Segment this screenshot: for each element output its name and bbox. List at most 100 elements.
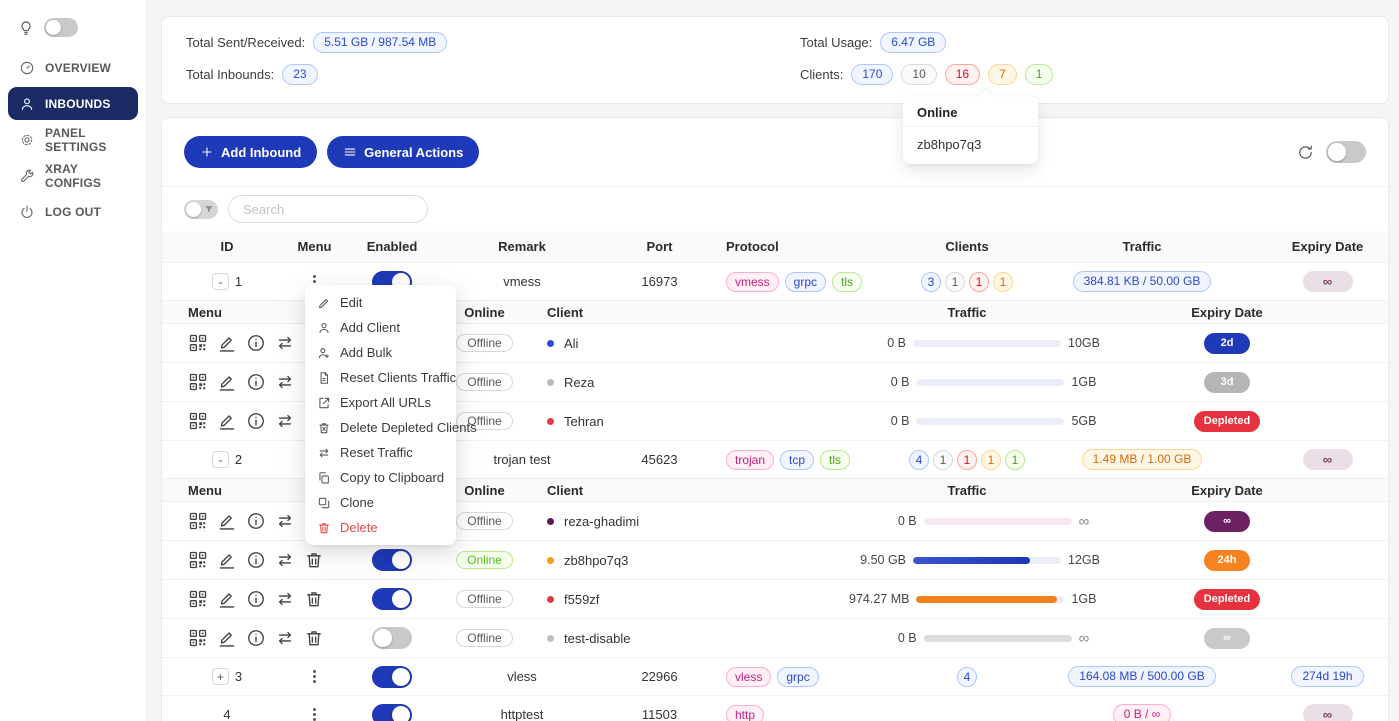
info-icon[interactable] bbox=[246, 333, 266, 353]
traffic-used: 0 B bbox=[845, 631, 917, 645]
info-icon[interactable] bbox=[246, 411, 266, 431]
power-icon bbox=[19, 204, 35, 220]
sidebar-item-overview[interactable]: OVERVIEW bbox=[8, 51, 138, 84]
qrcode-icon[interactable] bbox=[188, 411, 208, 431]
gear-icon bbox=[19, 132, 35, 148]
edit-icon[interactable] bbox=[217, 372, 237, 392]
count-badge: 3 bbox=[921, 272, 941, 292]
client-expiry-badge: Depleted bbox=[1194, 411, 1260, 432]
traffic-limit: ∞ bbox=[1079, 513, 1090, 530]
delete-depleted-icon bbox=[317, 421, 331, 435]
menu-item-add-client[interactable]: Add Client bbox=[309, 315, 452, 340]
menu-item-reset-clients-traffic[interactable]: Reset Clients Traffic bbox=[309, 365, 452, 390]
clients-count-default[interactable]: 10 bbox=[901, 64, 936, 85]
theme-toggle[interactable] bbox=[44, 18, 78, 37]
reset-traffic-icon[interactable] bbox=[275, 628, 295, 648]
menu-item-add-bulk[interactable]: Add Bulk bbox=[309, 340, 452, 365]
protocol-tag: vless bbox=[726, 667, 771, 687]
traffic-used: 974.27 MB bbox=[837, 592, 909, 606]
edit-icon[interactable] bbox=[217, 333, 237, 353]
trash-icon[interactable] bbox=[304, 550, 324, 570]
sidebar-item-panel-settings[interactable]: PANEL SETTINGS bbox=[8, 123, 138, 156]
count-badge: 1 bbox=[969, 272, 989, 292]
filter-toggle[interactable] bbox=[184, 200, 218, 219]
edit-icon[interactable] bbox=[217, 411, 237, 431]
add-inbound-button[interactable]: Add Inbound bbox=[184, 136, 317, 168]
menu-item-delete-depleted-clients[interactable]: Delete Depleted Clients bbox=[309, 415, 452, 440]
client-expiry-badge: ∞ bbox=[1204, 628, 1250, 649]
auto-refresh-toggle[interactable] bbox=[1326, 141, 1366, 163]
popover-client-name: zb8hpo7q3 bbox=[903, 127, 1038, 164]
inbound-id: 4 bbox=[223, 707, 230, 721]
sidebar-item-label: PANEL SETTINGS bbox=[45, 126, 127, 154]
search-input[interactable] bbox=[228, 195, 428, 223]
info-icon[interactable] bbox=[246, 372, 266, 392]
clients-count-total[interactable]: 170 bbox=[851, 64, 893, 85]
total-sent-received-label: Total Sent/Received: bbox=[186, 35, 305, 50]
inbound-client-counts: 3 1 1 1 bbox=[917, 272, 1017, 292]
clients-count-expiring[interactable]: 7 bbox=[988, 64, 1017, 85]
row-menu-button[interactable] bbox=[313, 708, 316, 721]
edit-icon[interactable] bbox=[217, 589, 237, 609]
expiry-badge: ∞ bbox=[1303, 449, 1353, 470]
qrcode-icon[interactable] bbox=[188, 511, 208, 531]
reset-traffic-icon[interactable] bbox=[275, 511, 295, 531]
collapse-row-button[interactable]: - bbox=[212, 451, 229, 468]
traffic-limit: 10GB bbox=[1068, 336, 1100, 350]
trash-icon[interactable] bbox=[304, 628, 324, 648]
menu-item-clone[interactable]: Clone bbox=[309, 490, 452, 515]
edit-icon[interactable] bbox=[217, 550, 237, 570]
sidebar-item-label: LOG OUT bbox=[45, 205, 101, 219]
client-dot bbox=[547, 596, 554, 603]
user-icon bbox=[19, 96, 35, 112]
client-enabled-toggle[interactable] bbox=[372, 549, 412, 571]
reset-traffic-icon[interactable] bbox=[275, 372, 295, 392]
info-icon[interactable] bbox=[246, 550, 266, 570]
row-menu-button[interactable] bbox=[313, 670, 316, 683]
expiry-badge: ∞ bbox=[1303, 271, 1353, 292]
clients-count-depleted[interactable]: 16 bbox=[945, 64, 980, 85]
menu-item-delete[interactable]: Delete bbox=[309, 515, 452, 540]
count-badge: 4 bbox=[909, 450, 929, 470]
qrcode-icon[interactable] bbox=[188, 550, 208, 570]
qrcode-icon[interactable] bbox=[188, 372, 208, 392]
menu-item-edit[interactable]: Edit bbox=[309, 290, 452, 315]
reset-traffic-icon[interactable] bbox=[275, 550, 295, 570]
reset-traffic-icon[interactable] bbox=[275, 333, 295, 353]
traffic-used: 0 B bbox=[837, 375, 909, 389]
expand-row-button[interactable]: + bbox=[212, 668, 229, 685]
online-clients-popover: Online zb8hpo7q3 bbox=[903, 97, 1038, 164]
reset-traffic-icon[interactable] bbox=[275, 589, 295, 609]
trash-icon[interactable] bbox=[304, 589, 324, 609]
qrcode-icon[interactable] bbox=[188, 333, 208, 353]
enabled-toggle[interactable] bbox=[372, 666, 412, 688]
info-icon[interactable] bbox=[246, 628, 266, 648]
qrcode-icon[interactable] bbox=[188, 628, 208, 648]
reset-traffic-icon[interactable] bbox=[275, 411, 295, 431]
qrcode-icon[interactable] bbox=[188, 589, 208, 609]
menu-item-export-all-urls[interactable]: Export All URLs bbox=[309, 390, 452, 415]
edit-icon[interactable] bbox=[217, 628, 237, 648]
menu-item-copy-to-clipboard[interactable]: Copy to Clipboard bbox=[309, 465, 452, 490]
client-enabled-toggle[interactable] bbox=[372, 627, 412, 649]
clients-count-online[interactable]: 1 bbox=[1025, 64, 1054, 85]
enabled-toggle[interactable] bbox=[372, 704, 412, 721]
traffic-limit: 12GB bbox=[1068, 553, 1100, 567]
collapse-row-button[interactable]: - bbox=[212, 273, 229, 290]
dashboard-icon bbox=[19, 60, 35, 76]
traffic-bar bbox=[916, 418, 1064, 425]
sidebar-item-xray-configs[interactable]: XRAY CONFIGS bbox=[8, 159, 138, 192]
traffic-limit: 5GB bbox=[1071, 414, 1096, 428]
info-icon[interactable] bbox=[246, 589, 266, 609]
inbound-id: 1 bbox=[235, 274, 242, 289]
menu-item-reset-traffic[interactable]: Reset Traffic bbox=[309, 440, 452, 465]
client-enabled-toggle[interactable] bbox=[372, 588, 412, 610]
refresh-icon[interactable] bbox=[1297, 144, 1314, 161]
expiry-badge: 274d 19h bbox=[1291, 666, 1363, 687]
edit-icon[interactable] bbox=[217, 511, 237, 531]
general-actions-button[interactable]: General Actions bbox=[327, 136, 479, 168]
info-icon[interactable] bbox=[246, 511, 266, 531]
stats-right: Total Usage: 6.47 GB Clients: 170 10 16 … bbox=[800, 32, 1053, 88]
sidebar-item-log-out[interactable]: LOG OUT bbox=[8, 195, 138, 228]
sidebar-item-inbounds[interactable]: INBOUNDS bbox=[8, 87, 138, 120]
